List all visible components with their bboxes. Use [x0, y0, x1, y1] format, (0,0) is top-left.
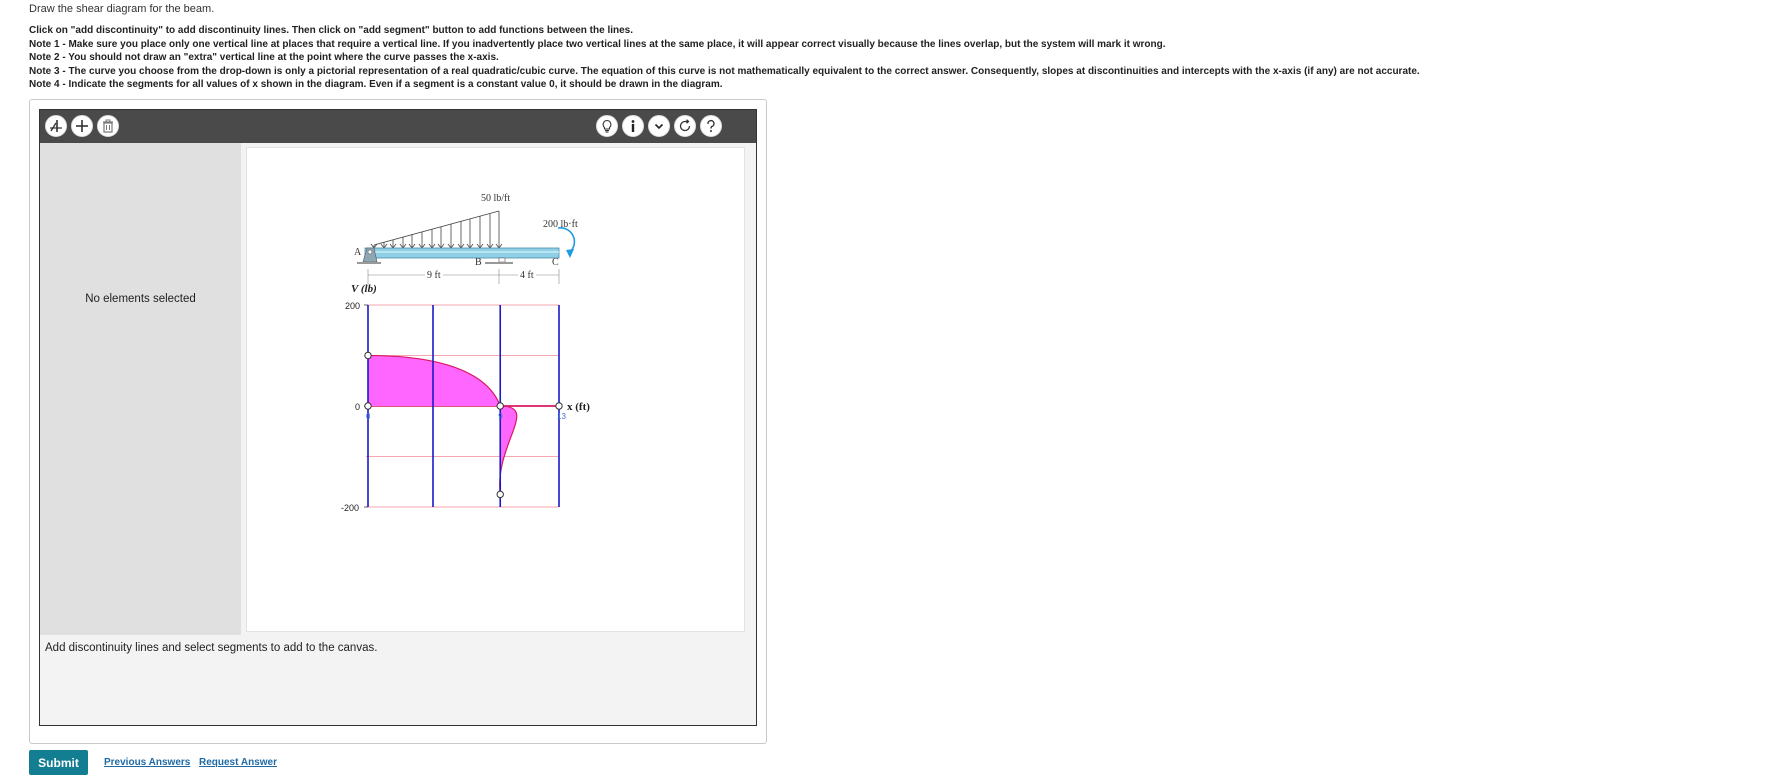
x-mark-label: 9 — [498, 412, 503, 421]
delete-button[interactable] — [97, 115, 119, 137]
lightbulb-icon — [602, 119, 612, 133]
reset-icon — [679, 119, 691, 132]
reset-button[interactable] — [674, 115, 696, 137]
note-1: Note 1 - Make sure you place only one ve… — [29, 38, 1166, 50]
x-mark-label: 13 — [557, 412, 566, 421]
support-a-label: A — [354, 247, 362, 258]
x-axis-label: x (ft) — [567, 401, 590, 413]
drawing-tool-frame: No elements selected 50 lb/ft 200 lb·ft — [29, 99, 767, 744]
help-button[interactable] — [700, 115, 722, 137]
span2-label: 4 ft — [520, 270, 534, 281]
handle-point — [496, 490, 504, 499]
y-tick-0: 0 — [355, 402, 360, 412]
handle-point — [555, 402, 563, 410]
question-prompt: Draw the shear diagram for the beam. — [29, 3, 215, 15]
hint-button[interactable] — [596, 115, 618, 137]
status-message: Add discontinuity lines and select segme… — [45, 642, 378, 654]
y-tick-neg200: -200 — [341, 503, 359, 513]
properties-sidebar: No elements selected — [40, 143, 241, 635]
load-label: 50 lb/ft — [481, 193, 510, 204]
dropdown-button[interactable] — [648, 115, 670, 137]
beam-figure: 50 lb/ft 200 lb·ft A B C 9 ft 4 ft — [354, 193, 578, 284]
y-axis-label: V (lb) — [351, 283, 377, 295]
instructions: Click on "add discontinuity" to add disc… — [29, 24, 1420, 92]
canvas-svg: 50 lb/ft 200 lb·ft A B C 9 ft 4 ft V (lb… — [341, 193, 590, 513]
plus-icon — [76, 120, 88, 132]
support-b-label: B — [475, 257, 482, 268]
toolbar — [40, 110, 756, 143]
add-discontinuity-button[interactable] — [45, 115, 67, 137]
shear-graph: V (lb) x (ft) 200 0 -200 0 9 13 — [341, 283, 590, 513]
instruction-line: Click on "add discontinuity" to add disc… — [29, 25, 634, 36]
note-2: Note 2 - You should not draw an "extra" … — [29, 52, 499, 63]
handle-point — [496, 402, 504, 410]
previous-answers-link[interactable]: Previous Answers — [104, 757, 190, 768]
add-segment-button[interactable] — [71, 115, 93, 137]
info-button[interactable] — [622, 115, 644, 137]
add-discontinuity-icon — [50, 120, 62, 132]
distributed-load — [370, 210, 503, 249]
drawing-canvas[interactable]: 50 lb/ft 200 lb·ft A B C 9 ft 4 ft V (lb… — [246, 147, 745, 632]
submit-button[interactable]: Submit — [29, 750, 88, 775]
beam-body — [364, 247, 560, 259]
note-4: Note 4 - Indicate the segments for all v… — [29, 79, 723, 90]
moment-arrow — [557, 227, 576, 253]
x-mark-label: 0 — [366, 412, 371, 421]
point-c-label: C — [552, 257, 559, 268]
drawing-tool: No elements selected 50 lb/ft 200 lb·ft — [39, 109, 757, 726]
handle-point — [364, 351, 372, 360]
y-tick-200: 200 — [345, 301, 360, 311]
question-icon — [707, 119, 715, 132]
handle-point — [364, 402, 372, 410]
roller-support-b — [498, 257, 506, 263]
note-3: Note 3 - The curve you choose from the d… — [29, 65, 1420, 77]
info-icon — [631, 120, 635, 132]
request-answer-link[interactable]: Request Answer — [199, 757, 277, 768]
sidebar-message: No elements selected — [85, 293, 196, 305]
chevron-down-icon — [654, 123, 664, 130]
span1-label: 9 ft — [427, 270, 441, 281]
trash-icon — [103, 119, 113, 133]
